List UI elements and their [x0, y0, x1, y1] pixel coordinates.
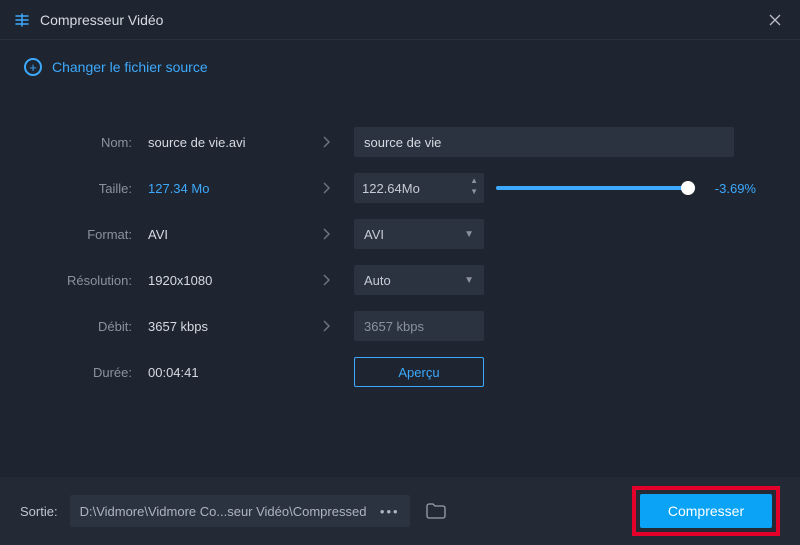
- size-original: 127.34 Mo: [148, 181, 298, 196]
- output-path-field[interactable]: D:\Vidmore\Vidmore Co...seur Vidéo\Compr…: [70, 495, 410, 527]
- size-percent: -3.69%: [706, 181, 756, 196]
- compress-button[interactable]: Compresser: [640, 494, 772, 528]
- name-input[interactable]: [354, 127, 734, 157]
- compress-highlight: Compresser: [632, 486, 780, 536]
- chevron-right-icon: [306, 136, 346, 148]
- size-slider[interactable]: [496, 186, 696, 190]
- format-original: AVI: [148, 227, 298, 242]
- output-path-text: D:\Vidmore\Vidmore Co...seur Vidéo\Compr…: [80, 504, 367, 519]
- row-format: Format: AVI AVI ▼: [40, 211, 760, 257]
- slider-fill: [496, 186, 688, 190]
- caret-down-icon: ▼: [464, 229, 474, 240]
- browse-button[interactable]: •••: [380, 504, 400, 519]
- row-bitrate: Débit: 3657 kbps 3657 kbps: [40, 303, 760, 349]
- change-source-label: Changer le fichier source: [52, 59, 208, 75]
- resolution-select[interactable]: Auto ▼: [354, 265, 484, 295]
- name-original: source de vie.avi: [148, 135, 298, 150]
- resolution-original: 1920x1080: [148, 273, 298, 288]
- window-title: Compresseur Vidéo: [40, 12, 163, 28]
- label-duration: Durée:: [40, 365, 140, 380]
- label-size: Taille:: [40, 181, 140, 196]
- preview-button[interactable]: Aperçu: [354, 357, 484, 387]
- chevron-right-icon: [306, 274, 346, 286]
- label-resolution: Résolution:: [40, 273, 140, 288]
- label-name: Nom:: [40, 135, 140, 150]
- app-icon: [14, 12, 30, 28]
- size-spinner[interactable]: 122.64Mo ▲▼: [354, 173, 484, 203]
- label-format: Format:: [40, 227, 140, 242]
- label-bitrate: Débit:: [40, 319, 140, 334]
- size-target: 122.64Mo: [362, 181, 420, 196]
- slider-thumb[interactable]: [681, 181, 695, 195]
- settings-form: Nom: source de vie.avi Taille: 127.34 Mo…: [0, 84, 800, 395]
- row-resolution: Résolution: 1920x1080 Auto ▼: [40, 257, 760, 303]
- bitrate-target: 3657 kbps: [354, 311, 484, 341]
- row-duration: Durée: 00:04:41 Aperçu: [40, 349, 760, 395]
- bitrate-original: 3657 kbps: [148, 319, 298, 334]
- chevron-right-icon: [306, 228, 346, 240]
- format-select[interactable]: AVI ▼: [354, 219, 484, 249]
- close-icon[interactable]: [764, 9, 786, 31]
- resolution-target: Auto: [364, 273, 391, 288]
- duration-value: 00:04:41: [148, 365, 298, 380]
- footer: Sortie: D:\Vidmore\Vidmore Co...seur Vid…: [0, 477, 800, 545]
- row-size: Taille: 127.34 Mo 122.64Mo ▲▼ -3.69%: [40, 165, 760, 211]
- open-folder-icon[interactable]: [422, 499, 450, 523]
- row-name: Nom: source de vie.avi: [40, 119, 760, 165]
- spinner-arrows-icon[interactable]: ▲▼: [470, 176, 478, 196]
- output-label: Sortie:: [20, 504, 58, 519]
- titlebar: Compresseur Vidéo: [0, 0, 800, 40]
- chevron-right-icon: [306, 320, 346, 332]
- format-target: AVI: [364, 227, 384, 242]
- change-source-button[interactable]: + Changer le fichier source: [0, 40, 800, 84]
- caret-down-icon: ▼: [464, 275, 474, 286]
- chevron-right-icon: [306, 182, 346, 194]
- plus-circle-icon: +: [24, 58, 42, 76]
